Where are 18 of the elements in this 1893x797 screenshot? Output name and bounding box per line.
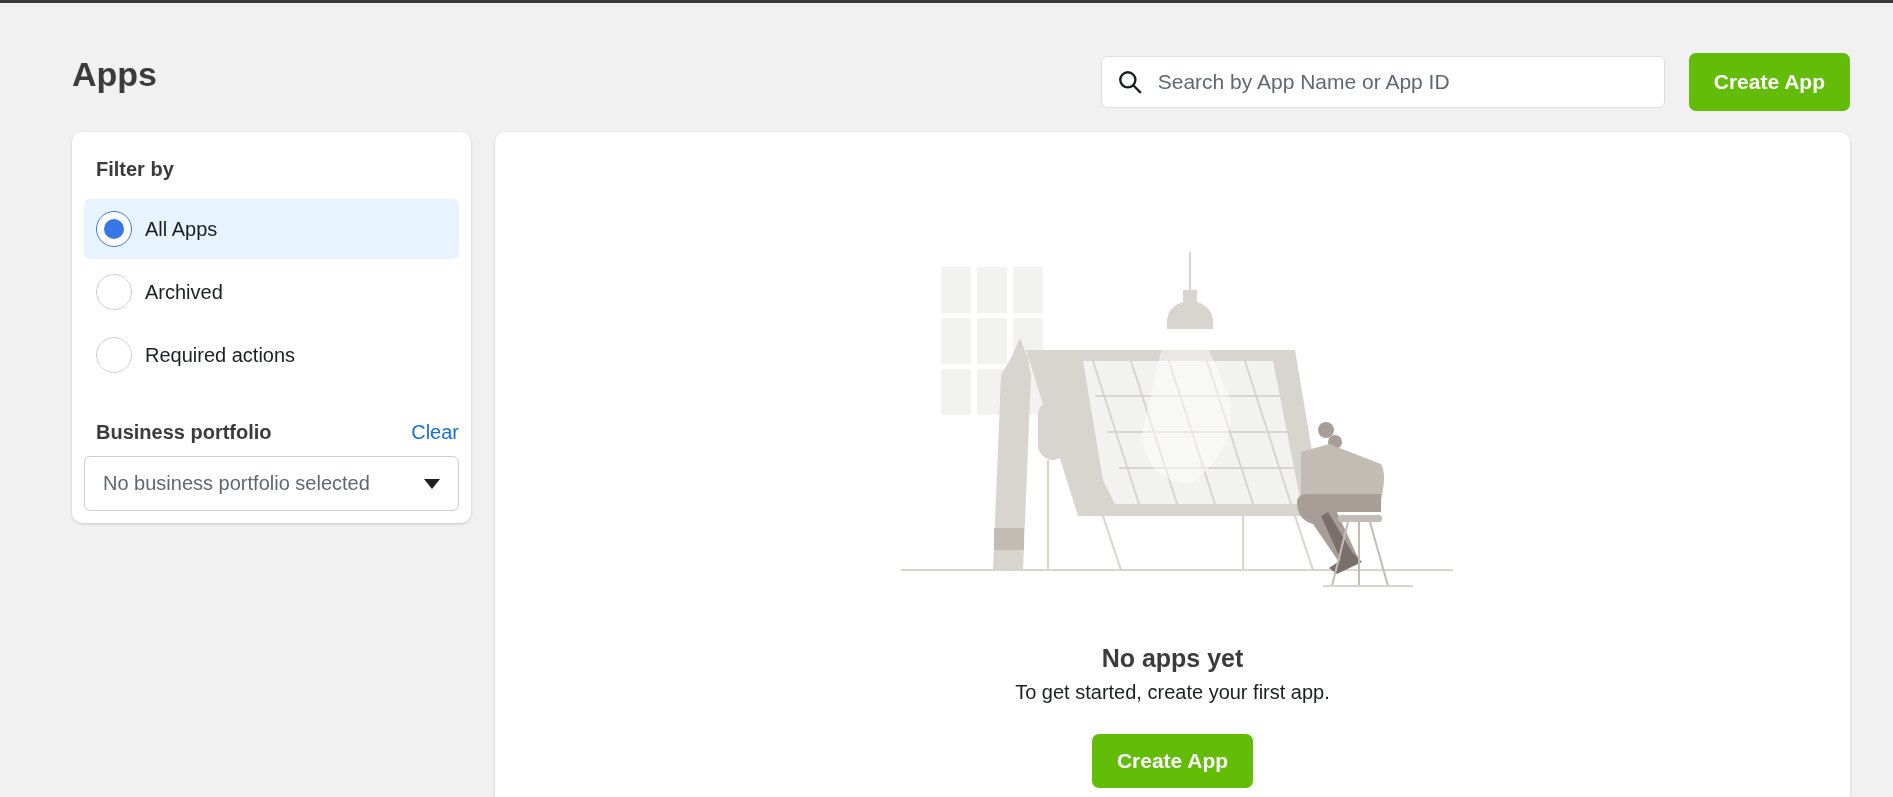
filter-option[interactable]: Required actions [84,325,459,385]
option-label: Required actions [145,343,296,367]
option-label: Archived [145,280,223,304]
page-title: Apps [72,55,157,94]
clear-link[interactable]: Clear [411,421,459,444]
empty-state-message: To get started, create your first app. [1015,681,1330,704]
filter-option[interactable]: Archived [84,262,459,322]
caret-icon [424,478,440,489]
dropdown-placeholder: No business portfolio selected [103,472,370,495]
filter-heading: Filter by [95,158,175,181]
search-icon [1116,69,1143,95]
empty-state-title: No apps yet [1101,644,1244,673]
option-label: All Apps [145,217,218,241]
portfolio-dropdown[interactable]: No business portfolio selected [84,456,459,511]
search-field[interactable]: Search by App Name or App ID [1100,56,1665,108]
portfolio-heading: Business portfolio [96,421,272,444]
filter-option[interactable]: All Apps [84,199,459,259]
radio-button[interactable] [96,211,132,247]
